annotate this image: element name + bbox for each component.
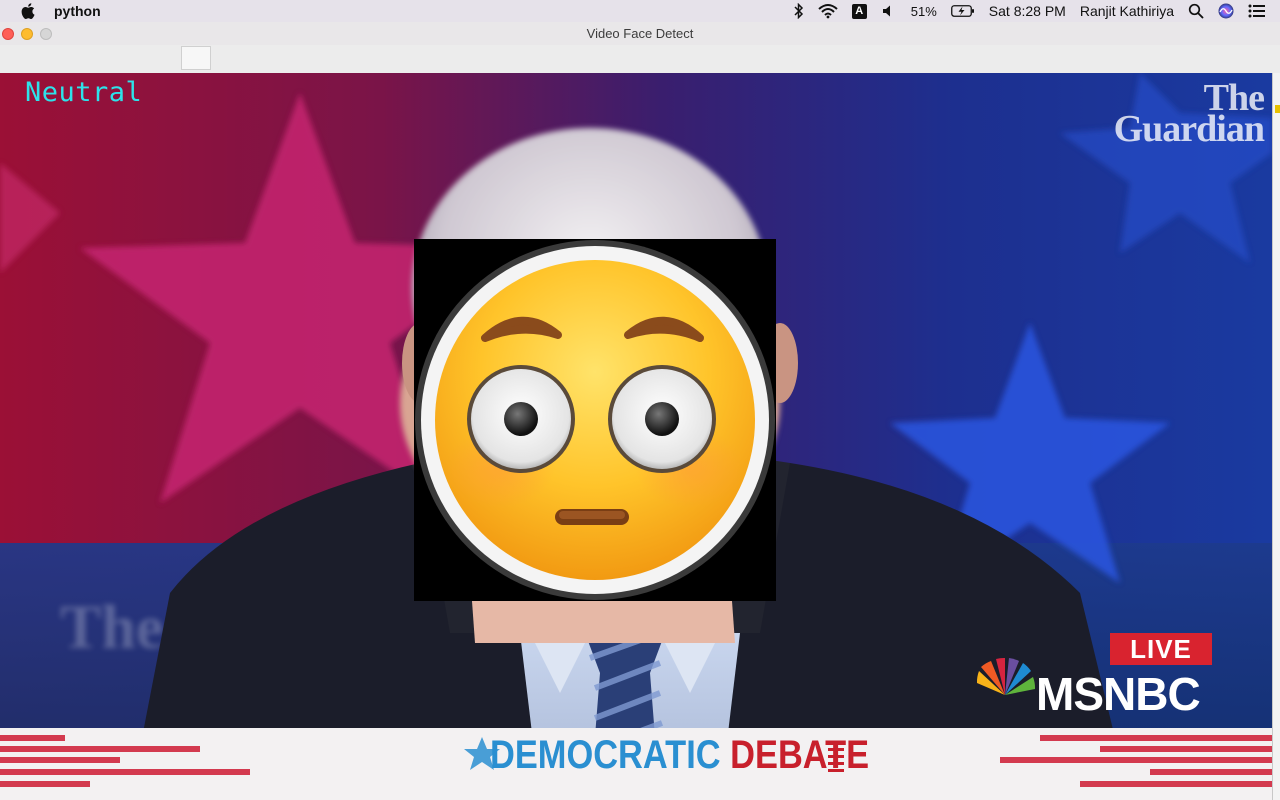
live-badge: LIVE: [1110, 633, 1212, 665]
banner-word-democratic: DEMOCRATIC: [490, 733, 721, 777]
menu-bar: python A 51% Sat 8:28 PM Ranjit Kathiriy…: [0, 0, 1280, 22]
battery-percent[interactable]: 51%: [911, 4, 937, 19]
banner-word-debate: DEBATE: [730, 733, 870, 777]
window-toolbar: [0, 45, 1280, 74]
user-menu[interactable]: Ranjit Kathiriya: [1080, 3, 1174, 19]
input-source-label: A: [851, 3, 867, 19]
volume-icon[interactable]: [881, 0, 897, 22]
wifi-icon[interactable]: [818, 0, 838, 22]
apple-icon[interactable]: [18, 3, 38, 19]
background-window-edge: [1272, 73, 1280, 800]
background-window-marker: [1275, 105, 1280, 113]
toolbar-button[interactable]: [181, 46, 211, 70]
menu-clock[interactable]: Sat 8:28 PM: [989, 3, 1066, 19]
input-source-icon[interactable]: A: [851, 0, 867, 22]
battery-icon[interactable]: [950, 0, 975, 22]
spotlight-icon[interactable]: [1188, 0, 1204, 22]
control-center-icon[interactable]: [1248, 0, 1266, 22]
guardian-watermark: The Guardian: [1074, 79, 1265, 150]
video-frame: The V S: [0, 73, 1272, 800]
debate-banner-title: DEMOCRATIC DEBATE: [490, 733, 869, 778]
active-app-menu[interactable]: python: [54, 3, 101, 19]
window-title: Video Face Detect: [586, 26, 694, 41]
bluetooth-icon[interactable]: [794, 0, 804, 22]
window-title-bar[interactable]: Video Face Detect: [0, 22, 1280, 46]
watermark-line-2: Guardian: [1113, 108, 1265, 150]
flushed-face-emoji: [414, 239, 776, 601]
siri-icon[interactable]: [1218, 0, 1234, 22]
emotion-label: Neutral: [25, 77, 143, 108]
network-logo: MSNBC: [1036, 668, 1201, 720]
